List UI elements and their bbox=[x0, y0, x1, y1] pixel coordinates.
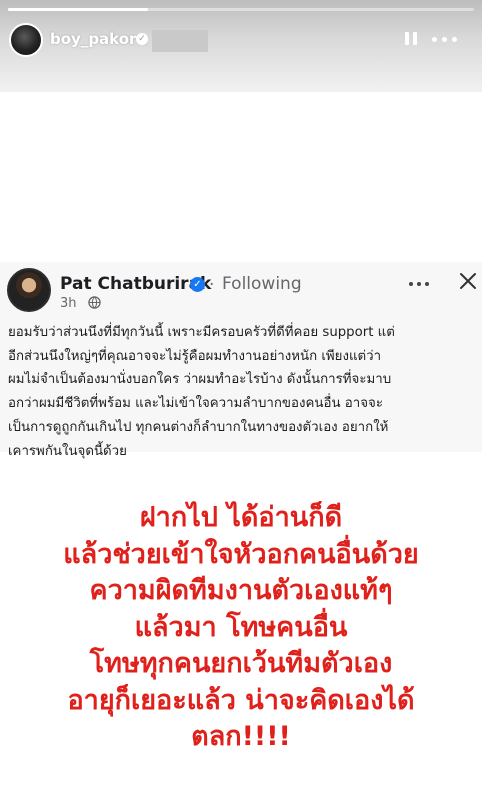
overlay-line: อายุก็เยอะแล้ว น่าจะคิดเองได้ bbox=[67, 684, 415, 716]
post-time: 3h bbox=[60, 296, 77, 311]
post-body-line: ผมไม่จำเป็นต้องมานั่งบอกใคร ว่าผมทำอะไรบ… bbox=[8, 372, 392, 388]
post-body-line: อีกส่วนนึงใหญ่ๆที่คุณอาจจะไม่รู้คือผมทำง… bbox=[8, 348, 382, 364]
post-body-line: ยอมรับว่าส่วนนึงที่มีทุกวันนี้ เพราะมีคร… bbox=[8, 325, 395, 340]
post-body-line: เป็นการดูถูกกันเกินไป ทุกคนต่างก็ลำบากใน… bbox=[8, 419, 389, 435]
overlay-line: โทษทุกคนยกเว้นทีมตัวเอง bbox=[89, 648, 393, 679]
more-options-icon[interactable] bbox=[432, 37, 458, 43]
blurred-region bbox=[152, 30, 208, 52]
close-icon[interactable] bbox=[458, 271, 478, 291]
story-username[interactable]: boy_pakorn bbox=[50, 30, 147, 48]
overlay-line: แล้วช่วยเข้าใจหัวอกคนอื่นด้วย bbox=[63, 538, 419, 570]
story-text-overlay: ฝากไป ได้อ่านก็ดี แล้วช่วยเข้าใจหัวอกคนอ… bbox=[0, 500, 482, 756]
post-more-icon[interactable] bbox=[409, 282, 431, 287]
story-progress-bar bbox=[8, 8, 474, 11]
pause-icon[interactable] bbox=[402, 29, 420, 49]
post-body-line: อกว่าผมมีชีวิตที่พร้อม และไม่เข้าใจความล… bbox=[8, 396, 383, 412]
following-link[interactable]: Following bbox=[222, 274, 302, 294]
story-progress-fill bbox=[8, 8, 148, 11]
story-avatar[interactable] bbox=[9, 23, 43, 57]
overlay-line: ตลก!!!! bbox=[191, 721, 291, 752]
separator-dot: · bbox=[209, 275, 215, 295]
post-author-avatar[interactable] bbox=[7, 268, 51, 312]
post-body-line: เคารพกันในจุดนี้ด้วย bbox=[8, 443, 127, 459]
overlay-line: ฝากไป ได้อ่านก็ดี bbox=[139, 502, 343, 533]
overlay-line: ความผิดทีมงานตัวเองแท้ๆ bbox=[89, 575, 393, 606]
post-author-name[interactable]: Pat Chatburirak bbox=[60, 274, 211, 294]
globe-icon bbox=[88, 296, 101, 309]
verified-badge-icon: ✓ bbox=[136, 33, 148, 45]
overlay-line: แล้วมา โทษคนอื่น bbox=[134, 611, 348, 643]
fb-verified-icon: ✓ bbox=[190, 277, 205, 292]
post-body: ยอมรับว่าส่วนนึงที่มีทุกวันนี้ เพราะมีคร… bbox=[8, 321, 476, 463]
